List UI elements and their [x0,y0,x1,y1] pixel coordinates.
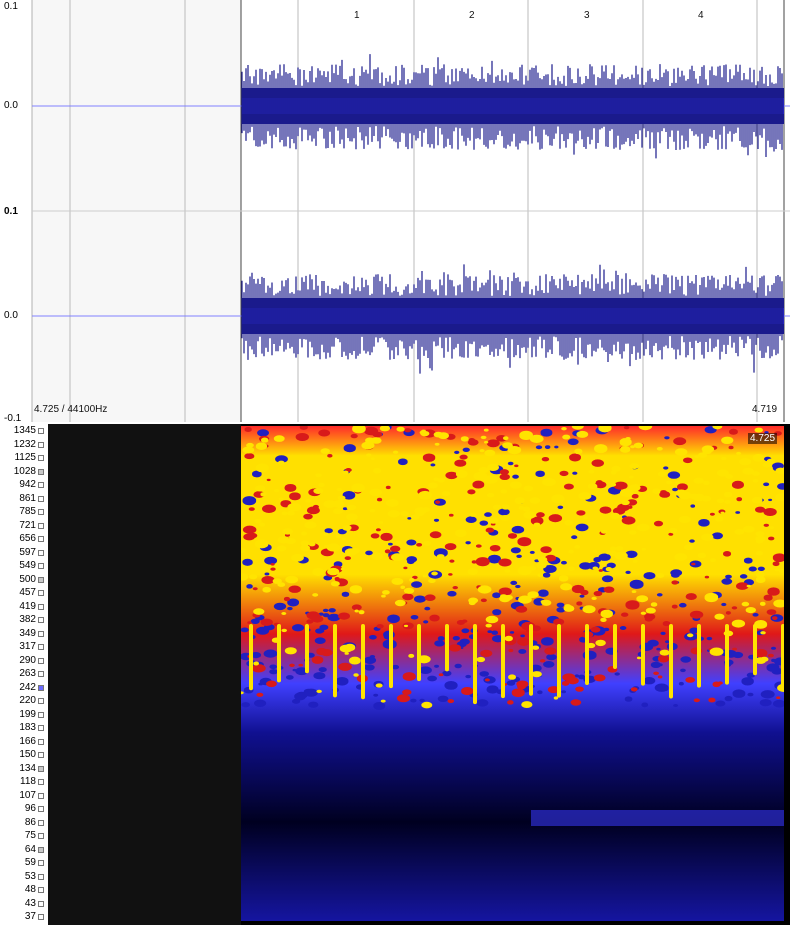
frequency-label: 96 [24,803,36,814]
frequency-marker[interactable] [38,671,44,677]
frequency-marker[interactable] [38,482,44,488]
frequency-marker[interactable] [38,806,44,812]
frequency-label: 183 [19,722,36,733]
frequency-marker[interactable] [38,468,44,475]
frequency-marker[interactable] [38,900,44,907]
frequency-marker[interactable] [38,779,44,785]
frequency-marker[interactable] [38,684,44,691]
frequency-marker[interactable] [38,887,44,893]
spectrogram-display[interactable] [241,426,784,921]
time-mark-2: 2 [469,10,475,21]
frequency-label: 118 [20,776,36,787]
frequency-marker[interactable] [38,509,44,515]
frequency-label: 37 [24,911,36,922]
frequency-label: 150 [19,749,36,760]
frequency-label: 64 [24,843,36,855]
frequency-label: 549 [19,560,36,571]
time-mark-4: 4 [698,10,704,21]
frequency-label: 500 [19,573,36,585]
frequency-label: 721 [19,519,36,531]
frequency-marker[interactable] [38,536,44,542]
frequency-marker[interactable] [38,914,44,920]
frequency-label: 597 [19,546,36,558]
frequency-marker[interactable] [38,590,44,596]
frequency-marker[interactable] [38,738,44,745]
frequency-marker[interactable] [38,630,44,637]
frequency-label: 107 [19,789,36,801]
frequency-marker[interactable] [38,455,44,461]
frequency-marker[interactable] [38,441,44,448]
frequency-label: 656 [19,533,36,544]
frequency-label: 75 [24,830,36,841]
frequency-marker[interactable] [38,644,44,650]
channel-1-core [242,98,784,114]
spectrogram-pre-roll [48,424,241,925]
frequency-marker[interactable] [38,860,44,866]
frequency-label: 134 [19,762,36,774]
frequency-marker[interactable] [38,752,44,758]
frequency-label: 220 [19,695,36,706]
time-mark-3: 3 [584,10,590,21]
frequency-label: 86 [24,816,36,828]
channel-2-core [242,308,784,324]
waveform-display[interactable] [0,0,790,422]
frequency-marker[interactable] [38,846,44,853]
frequency-marker[interactable] [38,603,44,610]
frequency-marker[interactable] [38,657,44,664]
frequency-marker[interactable] [38,725,44,731]
frequency-label: 382 [19,614,36,625]
frequency-marker[interactable] [38,617,44,623]
frequency-label: 1028 [13,465,36,477]
frequency-marker[interactable] [38,711,44,718]
frequency-marker[interactable] [38,765,44,772]
frequency-marker[interactable] [38,819,44,826]
waveform-traces [241,54,784,374]
frequency-label: 166 [19,735,36,747]
spectrogram-cursor-readout: 4.725 [748,433,778,444]
frequency-marker[interactable] [38,833,44,839]
frequency-label: 349 [19,627,36,639]
frequency-marker[interactable] [38,563,44,569]
frequency-label: 942 [19,479,36,490]
frequency-label: 242 [19,681,36,693]
frequency-marker[interactable] [38,792,44,799]
frequency-label: 59 [24,857,36,868]
frequency-label: 785 [19,506,36,517]
frequency-label: 457 [19,587,36,598]
frequency-label: 419 [19,600,36,612]
frequency-label: 290 [19,654,36,666]
frequency-marker[interactable] [38,873,44,880]
frequency-label: 1125 [14,452,36,463]
frequency-marker[interactable] [38,495,44,502]
low-frequency-band [531,810,784,826]
frequency-label: 317 [19,641,36,652]
frequency-label: 861 [19,492,36,504]
frequency-label: 43 [24,897,36,909]
frequency-label: 263 [19,668,36,679]
position-readout: 4.725 / 44100Hz [34,404,108,415]
frequency-marker[interactable] [38,576,44,583]
frequency-label: 199 [19,708,36,720]
frequency-label: 48 [24,884,36,895]
frequency-marker[interactable] [38,698,44,704]
frequency-label: 1345 [13,425,36,436]
end-time-readout: 4.719 [752,404,778,415]
frequency-marker[interactable] [38,522,44,529]
frequency-marker[interactable] [38,428,44,434]
frequency-marker[interactable] [38,549,44,556]
frequency-label: 53 [24,870,36,882]
time-mark-1: 1 [354,10,360,21]
frequency-label: 1232 [13,438,36,450]
